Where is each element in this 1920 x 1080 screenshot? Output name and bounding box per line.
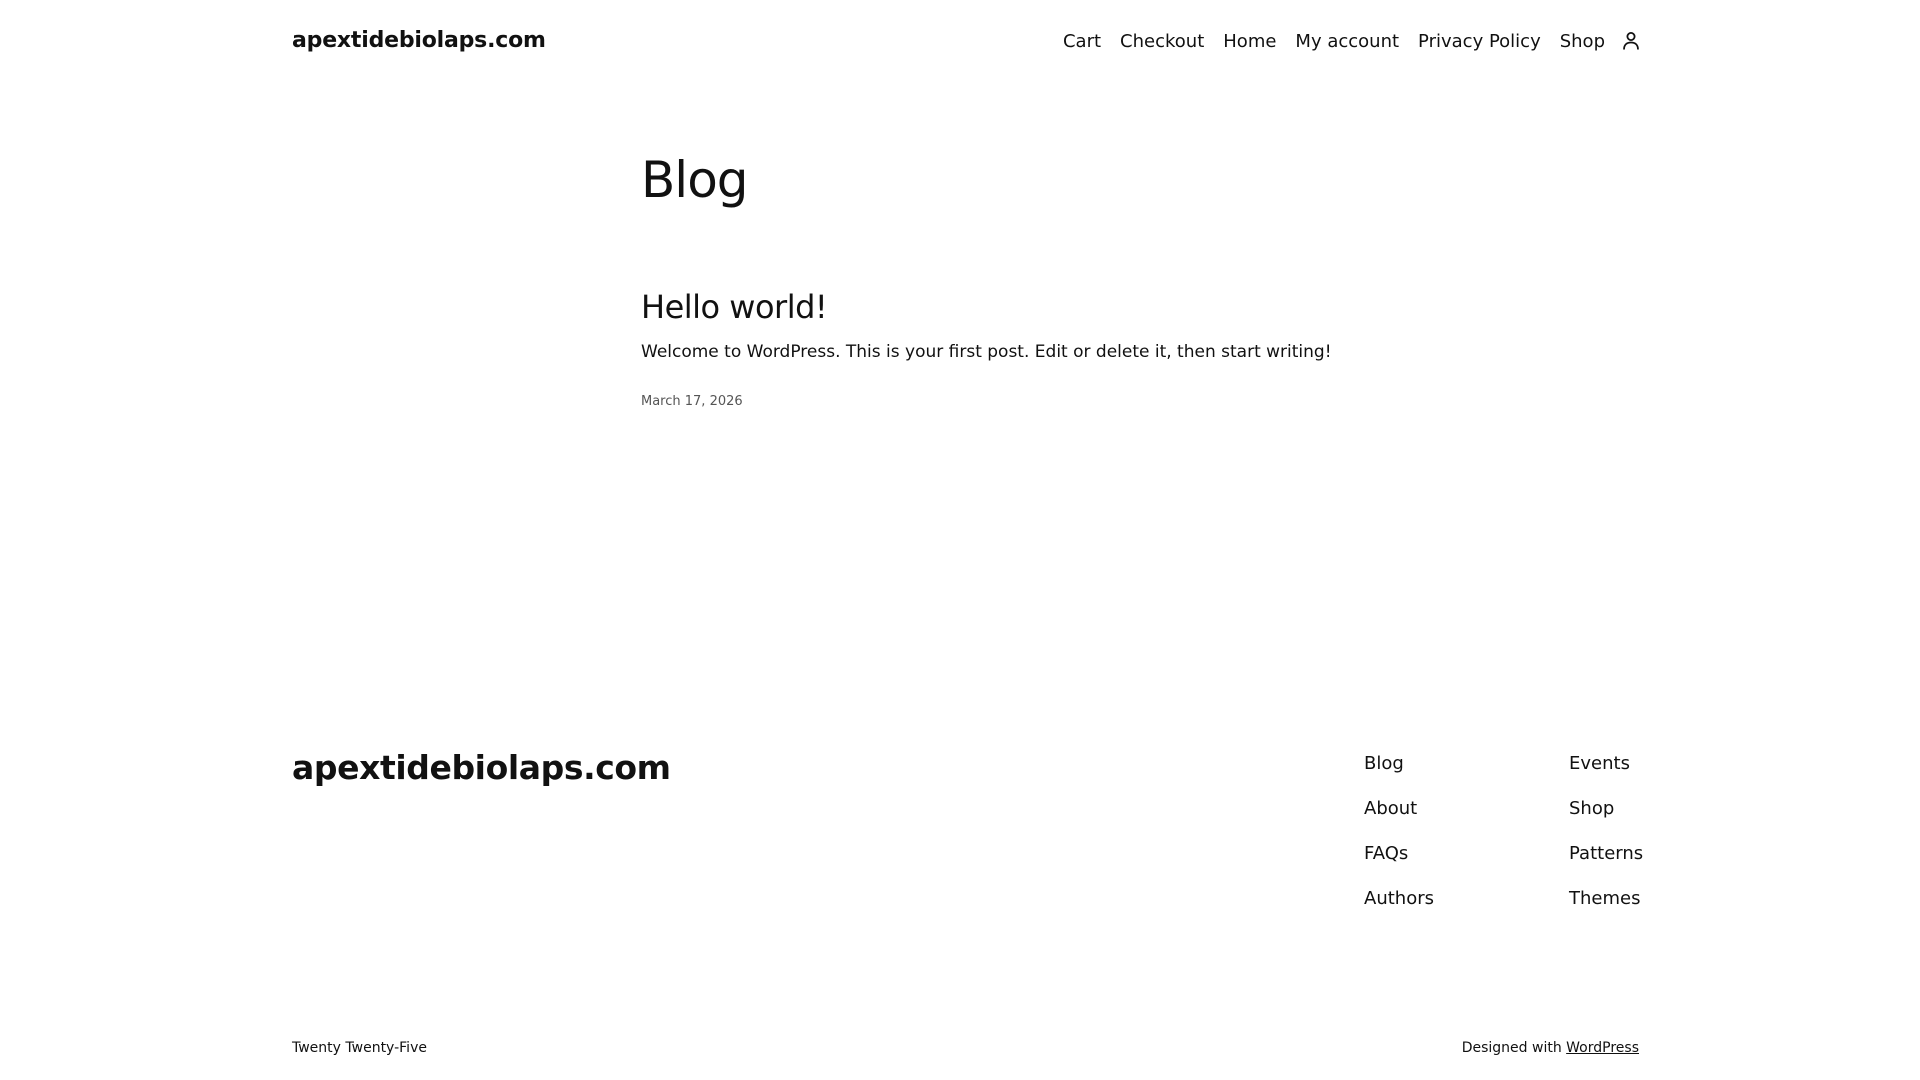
footer-link-shop[interactable]: Shop <box>1569 797 1643 842</box>
designed-with-credit: Designed with WordPress <box>1462 1040 1639 1056</box>
page-title: Blog <box>641 151 749 209</box>
footer-link-themes[interactable]: Themes <box>1569 887 1643 932</box>
footer-link-blog[interactable]: Blog <box>1364 752 1434 797</box>
wordpress-link[interactable]: WordPress <box>1566 1040 1639 1056</box>
footer-link-authors[interactable]: Authors <box>1364 887 1434 932</box>
nav-item-shop[interactable]: Shop <box>1560 31 1605 52</box>
post-item: Hello world! Welcome to WordPress. This … <box>641 288 1341 409</box>
user-icon[interactable] <box>1620 30 1642 52</box>
main-content: Blog Hello world! Welcome to WordPress. … <box>641 150 1341 409</box>
footer-site-title-link[interactable]: apextidebiolaps.com <box>292 748 671 787</box>
post-title-link[interactable]: Hello world! <box>641 288 828 326</box>
footer-link-patterns[interactable]: Patterns <box>1569 842 1643 887</box>
footer-nav-column-1: Blog About FAQs Authors <box>1364 752 1434 932</box>
footer-link-about[interactable]: About <box>1364 797 1434 842</box>
nav-item-home[interactable]: Home <box>1223 31 1276 52</box>
theme-credit: Twenty Twenty-Five <box>292 1040 427 1056</box>
nav-item-checkout[interactable]: Checkout <box>1120 31 1204 52</box>
nav-item-my-account[interactable]: My account <box>1295 31 1399 52</box>
site-header: apextidebiolaps.com Cart Checkout Home M… <box>0 0 1920 86</box>
post-excerpt: Welcome to WordPress. This is your first… <box>641 342 1332 363</box>
post-date[interactable]: March 17, 2026 <box>641 394 743 409</box>
footer-nav-column-2: Events Shop Patterns Themes <box>1569 752 1643 932</box>
site-title-link[interactable]: apextidebiolaps.com <box>292 28 546 53</box>
designed-with-text: Designed with <box>1461 1040 1567 1056</box>
footer-link-events[interactable]: Events <box>1569 752 1643 797</box>
nav-item-cart[interactable]: Cart <box>1063 31 1101 52</box>
footer-link-faqs[interactable]: FAQs <box>1364 842 1434 887</box>
primary-nav: Cart Checkout Home My account Privacy Po… <box>1063 30 1642 52</box>
nav-item-privacy-policy[interactable]: Privacy Policy <box>1418 31 1541 52</box>
